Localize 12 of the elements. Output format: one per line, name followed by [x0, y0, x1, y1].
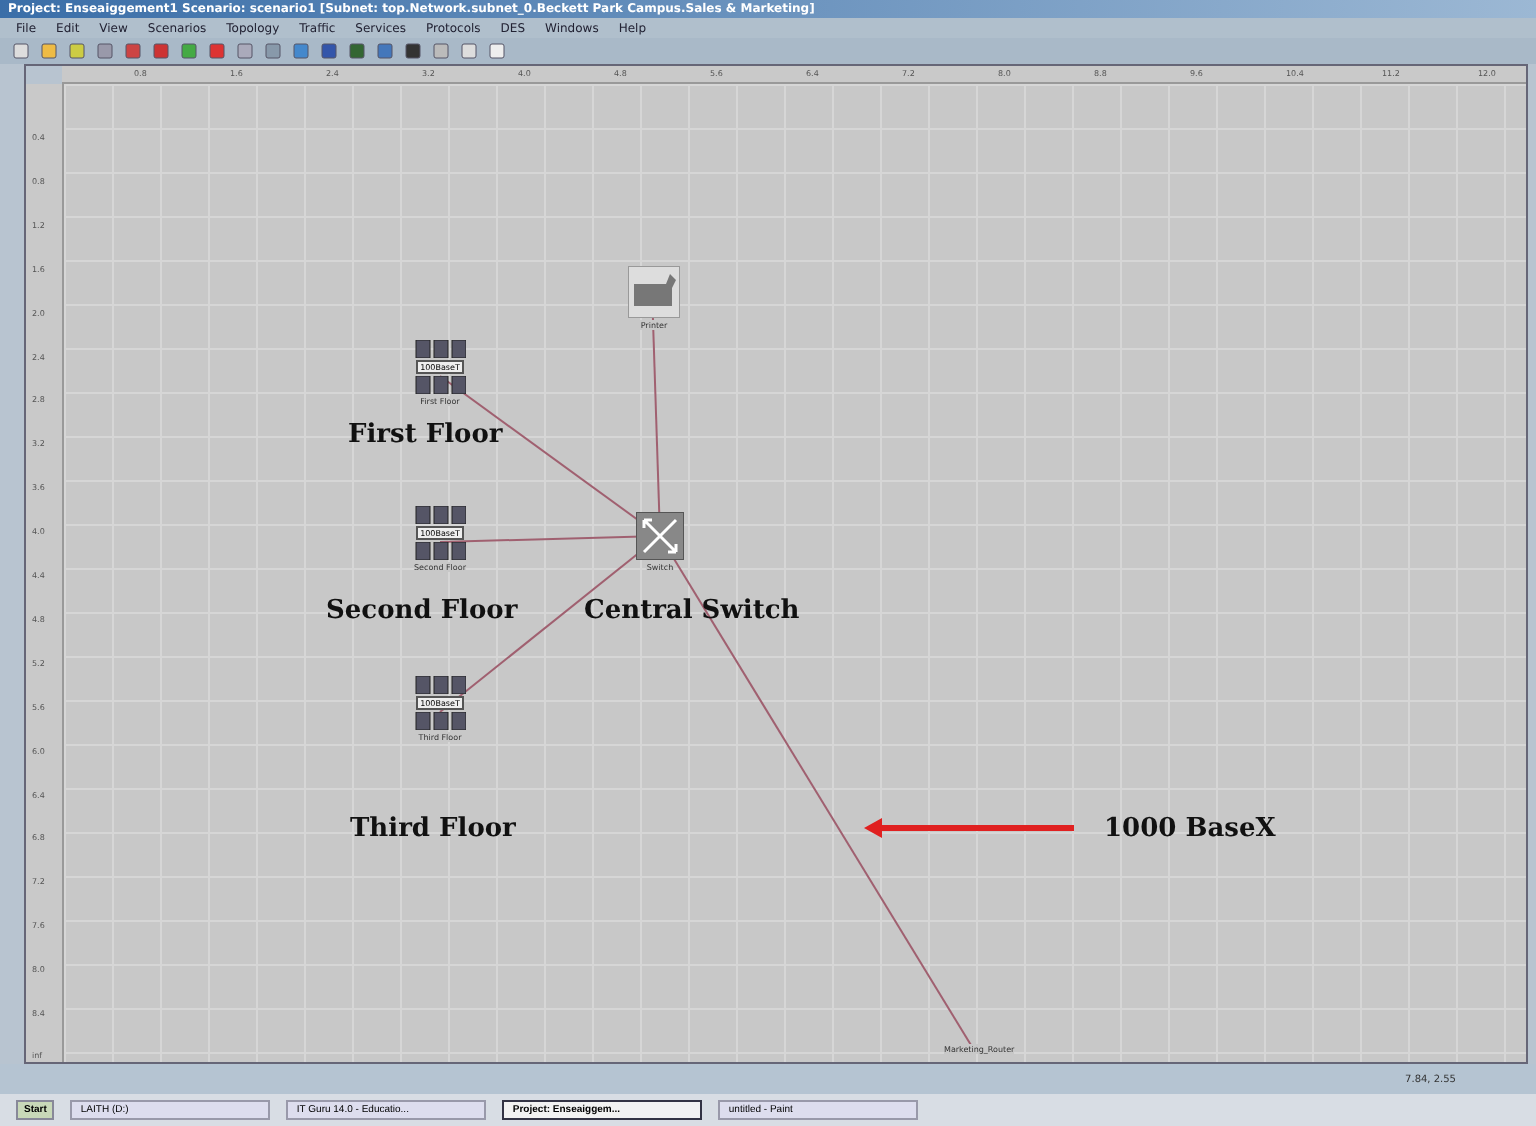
workstation-stack-icon	[414, 542, 466, 560]
printer-icon	[628, 266, 680, 318]
workstation-stack-icon	[414, 376, 466, 394]
workstation-stack-icon	[414, 506, 466, 524]
annotation-text: Second Floor	[326, 596, 518, 626]
workstation-stack-icon	[414, 340, 466, 358]
annotation-text: Third Floor	[350, 814, 516, 844]
workstation-stack-icon	[414, 712, 466, 730]
workstation-stack-icon	[414, 676, 466, 694]
annotation-text: 1000 BaseX	[1104, 814, 1276, 844]
annotation-text: First Floor	[348, 420, 503, 450]
switch-icon	[636, 512, 684, 560]
